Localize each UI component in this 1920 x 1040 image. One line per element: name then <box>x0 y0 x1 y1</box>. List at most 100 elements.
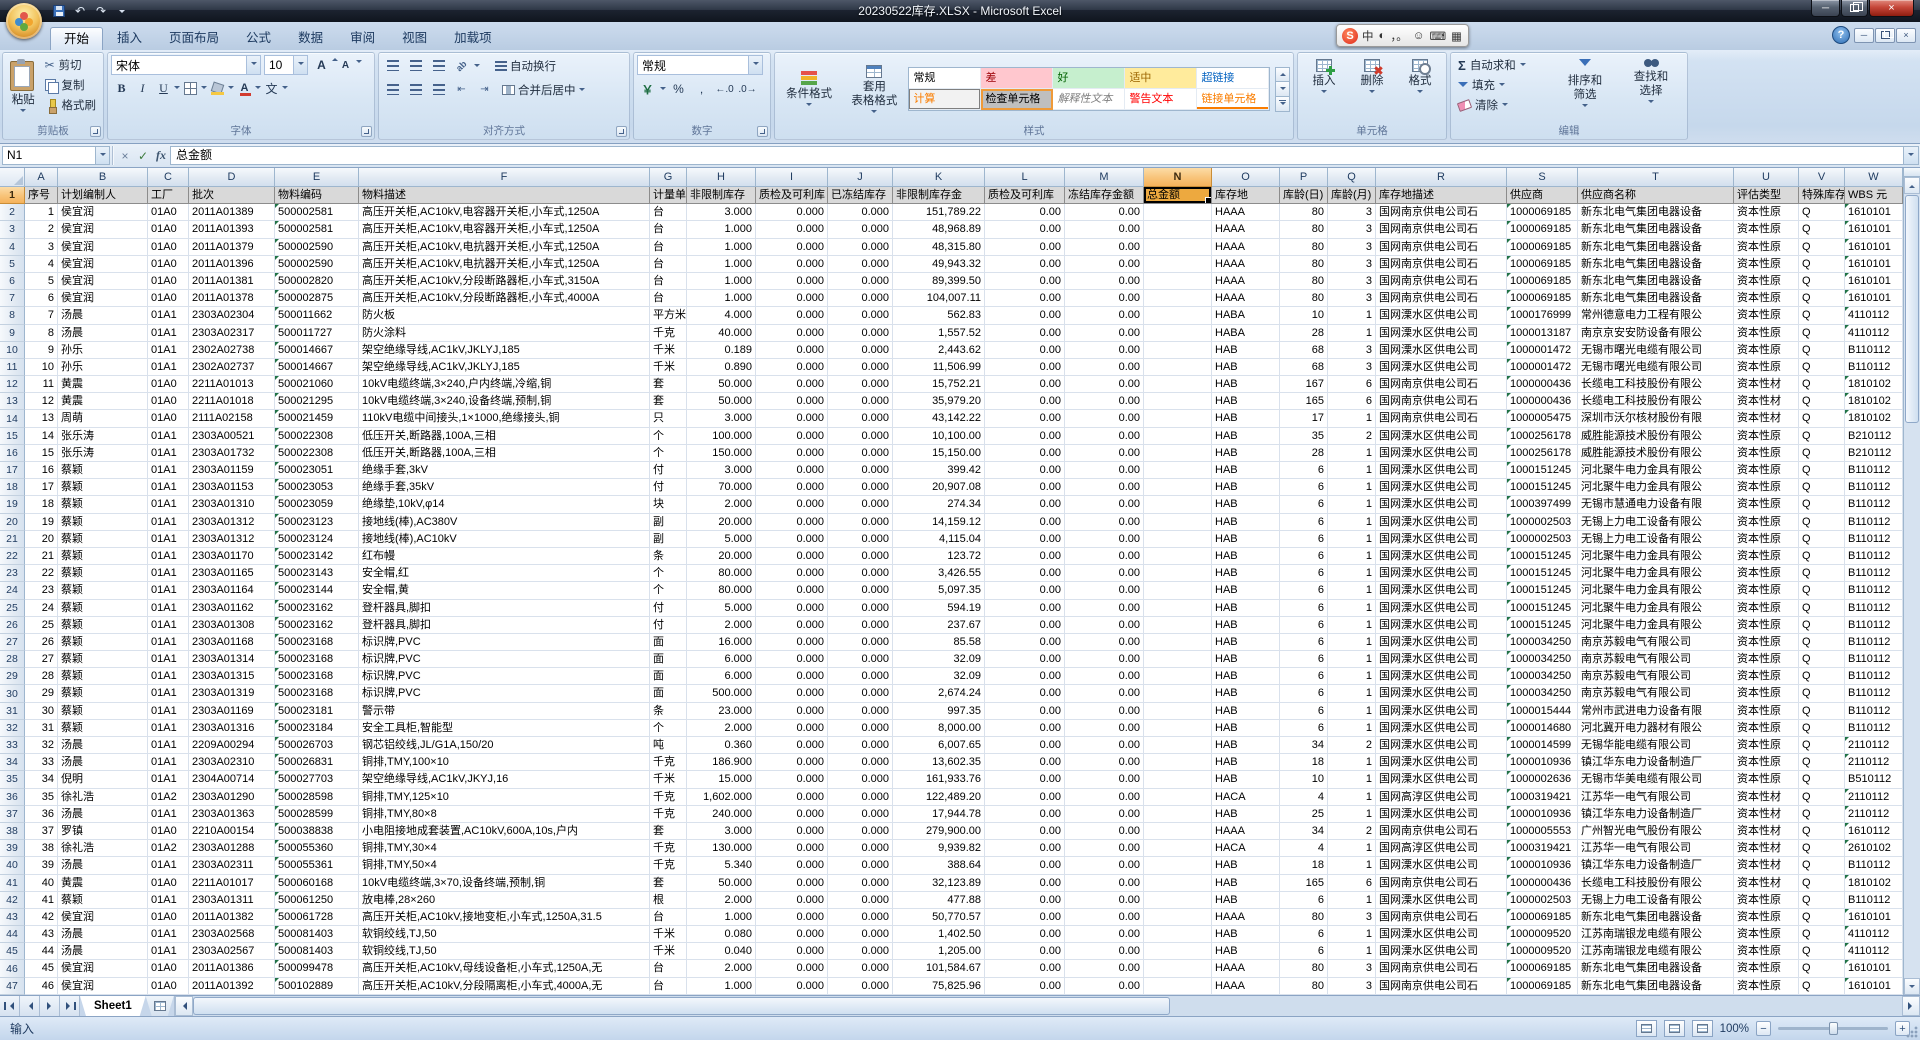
row-header-45[interactable]: 45 <box>0 943 25 960</box>
cell-F28[interactable]: 标识牌,PVC <box>359 651 650 668</box>
cell-M29[interactable]: 0.00 <box>1065 668 1144 685</box>
cell-A41[interactable]: 40 <box>25 875 58 892</box>
cell-G40[interactable]: 千克 <box>650 857 687 874</box>
cell-O35[interactable]: HAB <box>1212 771 1280 788</box>
cell-V30[interactable]: Q <box>1799 685 1845 702</box>
enter-button[interactable]: ✓ <box>134 146 152 165</box>
cell-S34[interactable]: 1000010936 <box>1507 754 1578 771</box>
cell-C36[interactable]: 01A2 <box>148 789 189 806</box>
cell-V41[interactable]: Q <box>1799 875 1845 892</box>
cell-D18[interactable]: 2303A01153 <box>189 479 275 496</box>
cell-F8[interactable]: 防火板 <box>359 307 650 324</box>
cell-A24[interactable]: 23 <box>25 582 58 599</box>
row-header-1[interactable]: 1 <box>0 187 25 204</box>
cell-B38[interactable]: 罗镇 <box>58 823 148 840</box>
cell-C19[interactable]: 01A1 <box>148 496 189 513</box>
cell-M18[interactable]: 0.00 <box>1065 479 1144 496</box>
cell-B41[interactable]: 黄震 <box>58 875 148 892</box>
cell-L16[interactable]: 0.00 <box>985 445 1065 462</box>
cell-R18[interactable]: 国网溧水区供电公司 <box>1376 479 1507 496</box>
cell-S1[interactable]: 供应商 <box>1507 187 1578 204</box>
cell-G42[interactable]: 根 <box>650 892 687 909</box>
cell-J8[interactable]: 0.000 <box>828 307 893 324</box>
close-button[interactable]: × <box>1869 0 1914 17</box>
cell-W7[interactable]: 1610101 <box>1845 290 1903 307</box>
cell-P24[interactable]: 6 <box>1280 582 1328 599</box>
cell-R5[interactable]: 国网南京供电公司石 <box>1376 256 1507 273</box>
cell-L25[interactable]: 0.00 <box>985 600 1065 617</box>
cell-H8[interactable]: 4.000 <box>687 307 756 324</box>
cell-S24[interactable]: 1000151245 <box>1507 582 1578 599</box>
cell-S2[interactable]: 1000069185 <box>1507 204 1578 221</box>
horizontal-scroll-track[interactable] <box>1170 996 1902 1016</box>
cell-R4[interactable]: 国网南京供电公司石 <box>1376 239 1507 256</box>
cell-W24[interactable]: B110112 <box>1845 582 1903 599</box>
cell-L6[interactable]: 0.00 <box>985 273 1065 290</box>
cell-H38[interactable]: 3.000 <box>687 823 756 840</box>
help-button[interactable]: ? <box>1832 26 1850 44</box>
cell-D27[interactable]: 2303A01168 <box>189 634 275 651</box>
cell-R38[interactable]: 国网南京供电公司石 <box>1376 823 1507 840</box>
cell-U21[interactable]: 资本性原 <box>1734 531 1799 548</box>
cell-H27[interactable]: 16.000 <box>687 634 756 651</box>
cell-M8[interactable]: 0.00 <box>1065 307 1144 324</box>
row-header-34[interactable]: 34 <box>0 754 25 771</box>
normal-view-button[interactable] <box>1636 1020 1657 1037</box>
cell-K33[interactable]: 6,007.65 <box>893 737 985 754</box>
cell-E1[interactable]: 物料编码 <box>275 187 359 204</box>
column-header-B[interactable]: B <box>58 168 148 187</box>
cell-M32[interactable]: 0.00 <box>1065 720 1144 737</box>
cell-W45[interactable]: 4110112 <box>1845 943 1903 960</box>
cell-P33[interactable]: 34 <box>1280 737 1328 754</box>
cell-N43[interactable] <box>1144 909 1212 926</box>
cell-O38[interactable]: HAAA <box>1212 823 1280 840</box>
cell-G16[interactable]: 个 <box>650 445 687 462</box>
cell-S19[interactable]: 1000397499 <box>1507 496 1578 513</box>
cell-U12[interactable]: 资本性材 <box>1734 376 1799 393</box>
cell-T40[interactable]: 镇江华东电力设备制造厂 <box>1578 857 1734 874</box>
cell-K30[interactable]: 2,674.24 <box>893 685 985 702</box>
cell-S4[interactable]: 1000069185 <box>1507 239 1578 256</box>
font-name-combo[interactable]: 宋体 <box>111 55 261 75</box>
cell-K5[interactable]: 49,943.32 <box>893 256 985 273</box>
cell-I10[interactable]: 0.000 <box>756 342 828 359</box>
cell-B31[interactable]: 蔡颖 <box>58 703 148 720</box>
cell-W30[interactable]: B110112 <box>1845 685 1903 702</box>
cell-Q43[interactable]: 3 <box>1328 909 1376 926</box>
cell-U14[interactable]: 资本性材 <box>1734 410 1799 427</box>
cell-R13[interactable]: 国网南京供电公司石 <box>1376 393 1507 410</box>
conditional-formatting-button[interactable]: 条件格式 <box>778 67 840 110</box>
cell-C44[interactable]: 01A1 <box>148 926 189 943</box>
cell-I23[interactable]: 0.000 <box>756 565 828 582</box>
cell-A38[interactable]: 37 <box>25 823 58 840</box>
cell-U11[interactable]: 资本性原 <box>1734 359 1799 376</box>
row-header-8[interactable]: 8 <box>0 307 25 324</box>
align-left-button[interactable] <box>382 80 403 100</box>
row-header-32[interactable]: 32 <box>0 720 25 737</box>
cell-D23[interactable]: 2303A01165 <box>189 565 275 582</box>
row-header-15[interactable]: 15 <box>0 428 25 445</box>
cell-K2[interactable]: 151,789.22 <box>893 204 985 221</box>
cell-B17[interactable]: 蔡颖 <box>58 462 148 479</box>
cell-K22[interactable]: 123.72 <box>893 548 985 565</box>
cell-M44[interactable]: 0.00 <box>1065 926 1144 943</box>
cell-O47[interactable]: HAAA <box>1212 978 1280 995</box>
cell-L21[interactable]: 0.00 <box>985 531 1065 548</box>
cell-L2[interactable]: 0.00 <box>985 204 1065 221</box>
cell-T20[interactable]: 无锡上力电工设备有限公 <box>1578 514 1734 531</box>
cell-U34[interactable]: 资本性原 <box>1734 754 1799 771</box>
cell-M14[interactable]: 0.00 <box>1065 410 1144 427</box>
ribbon-tab-开始[interactable]: 开始 <box>50 27 103 50</box>
cell-C20[interactable]: 01A1 <box>148 514 189 531</box>
cell-U45[interactable]: 资本性原 <box>1734 943 1799 960</box>
cell-A25[interactable]: 24 <box>25 600 58 617</box>
row-header-13[interactable]: 13 <box>0 393 25 410</box>
row-header-41[interactable]: 41 <box>0 875 25 892</box>
cell-S38[interactable]: 1000005553 <box>1507 823 1578 840</box>
cell-B24[interactable]: 蔡颖 <box>58 582 148 599</box>
cell-I3[interactable]: 0.000 <box>756 221 828 238</box>
cell-E43[interactable]: 500061728 <box>275 909 359 926</box>
cell-G25[interactable]: 付 <box>650 600 687 617</box>
cell-M45[interactable]: 0.00 <box>1065 943 1144 960</box>
cell-L10[interactable]: 0.00 <box>985 342 1065 359</box>
